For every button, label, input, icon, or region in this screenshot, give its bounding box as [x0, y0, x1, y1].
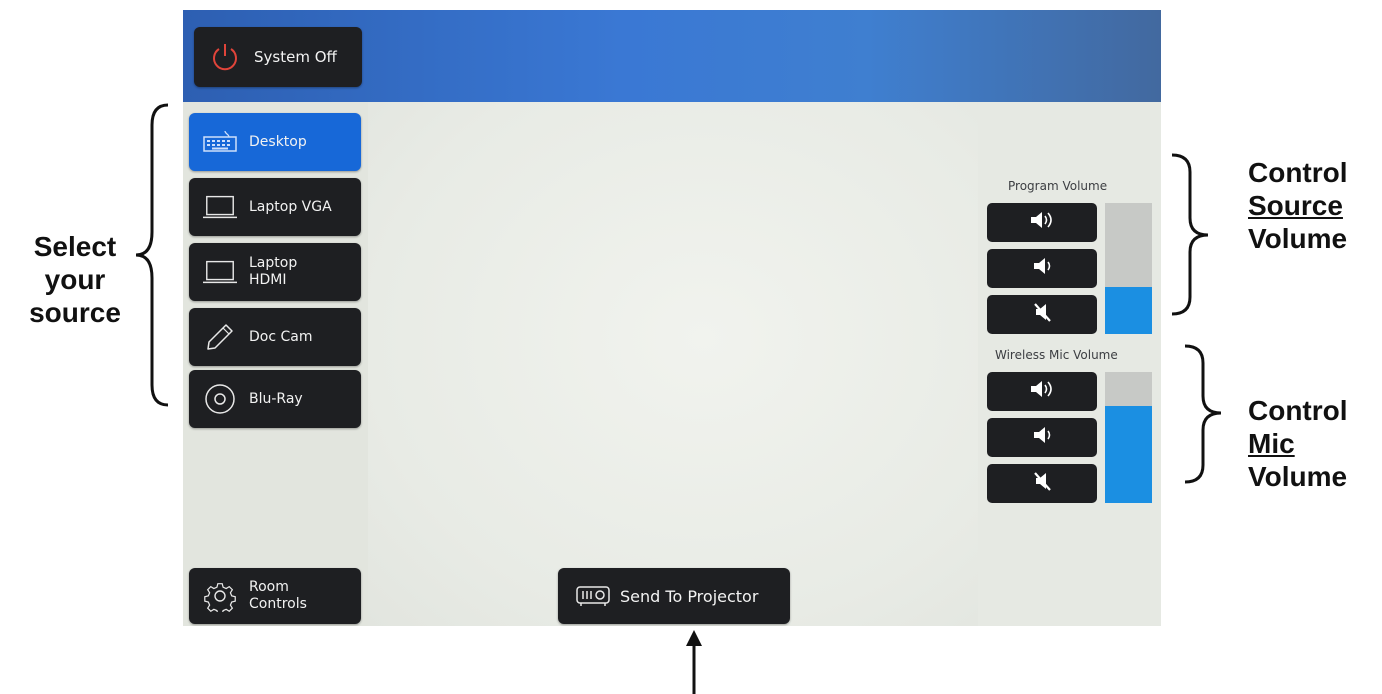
left-brace: [135, 103, 169, 407]
source-volume-brace: [1171, 153, 1209, 316]
annotation-overlay: [135, 103, 1222, 694]
mic-volume-brace: [1184, 344, 1222, 484]
projector-arrow-head: [686, 630, 702, 646]
